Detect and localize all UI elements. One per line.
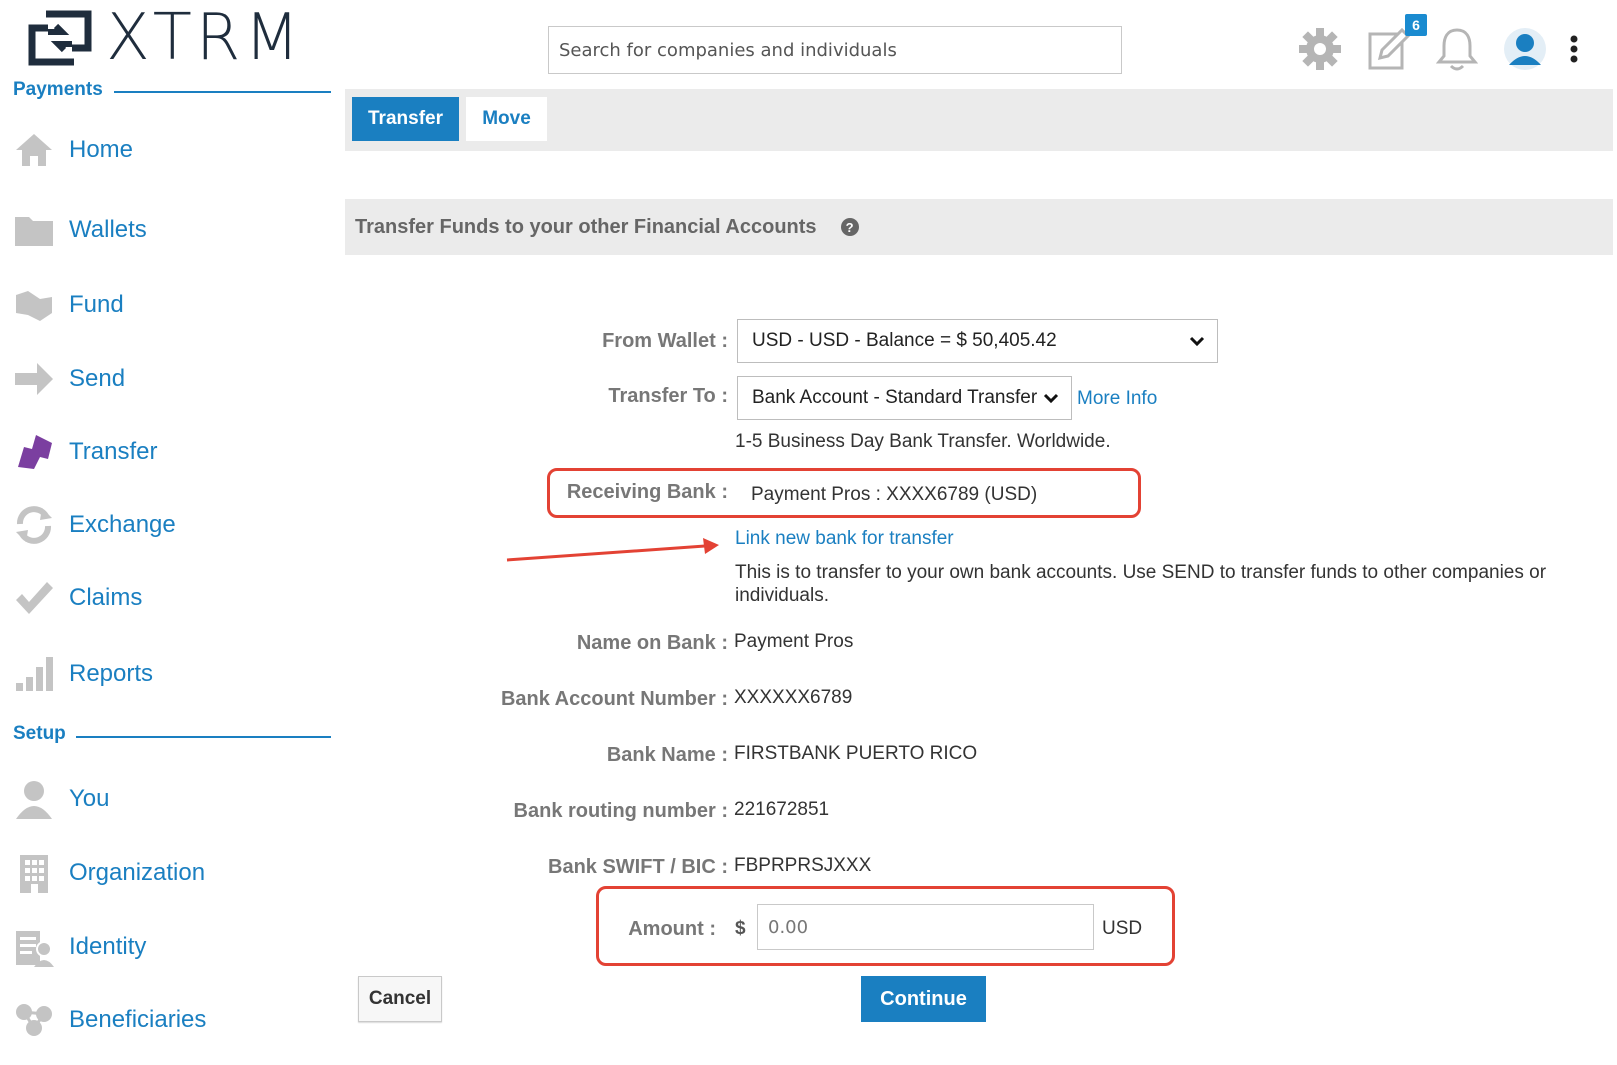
routing-number-value: 221672851 (734, 799, 830, 820)
swift-bic-label: Bank SWIFT / BIC : (548, 856, 728, 878)
search-input[interactable] (559, 39, 1111, 61)
sidebar-item-home[interactable]: Home (13, 128, 133, 172)
own-accounts-note: This is to transfer to your own bank acc… (735, 562, 1547, 606)
sidebar-item-label: Send (69, 365, 126, 392)
search-box[interactable] (548, 26, 1122, 74)
sidebar-item-label: Identity (69, 933, 147, 960)
notification-count-badge: 6 (1405, 14, 1427, 36)
identity-icon (13, 926, 55, 968)
sidebar-item-transfer[interactable]: Transfer (13, 430, 157, 474)
sidebar-item-label: Exchange (69, 511, 176, 538)
sidebar-item-label: Transfer (69, 438, 158, 465)
logo[interactable]: XTRM (28, 6, 304, 70)
more-info-link[interactable]: More Info (1077, 388, 1157, 410)
cancel-button[interactable]: Cancel (358, 976, 442, 1022)
form-title-bar: Transfer Funds to your other Financial A… (345, 199, 1613, 255)
annotation-arrow-icon (506, 538, 719, 562)
sidebar-item-label: Home (69, 136, 134, 163)
link-new-bank-link[interactable]: Link new bank for transfer (735, 528, 954, 550)
sidebar-item-label: Wallets (69, 216, 147, 243)
amount-currency: USD (1102, 918, 1143, 939)
help-icon[interactable]: ? (840, 218, 859, 236)
sidebar-item-you[interactable]: You (13, 777, 110, 821)
sidebar-item-exchange[interactable]: Exchange (13, 503, 176, 547)
amount-input[interactable] (768, 916, 1093, 938)
user-icon (13, 778, 55, 820)
exchange-icon (13, 504, 55, 546)
fund-icon (13, 284, 55, 326)
edit-icon[interactable] (1368, 27, 1411, 75)
bell-icon[interactable] (1435, 26, 1479, 77)
transfer-to-select[interactable]: Bank Account - Standard Transfer (737, 376, 1072, 420)
sidebar-item-wallets[interactable]: Wallets (13, 208, 147, 252)
amount-label: Amount : (628, 918, 716, 940)
building-icon (13, 852, 55, 894)
continue-button[interactable]: Continue (861, 976, 986, 1022)
transfer-icon (13, 431, 55, 473)
receiving-bank-label: Receiving Bank : (566, 481, 728, 503)
sidebar-item-label: Reports (69, 660, 154, 687)
sidebar-item-beneficiaries[interactable]: Beneficiaries (13, 998, 206, 1042)
transfer-to-label: Transfer To : (608, 385, 728, 407)
transfer-to-value: Bank Account - Standard Transfer (752, 387, 1038, 408)
bar-chart-icon (13, 653, 55, 695)
bank-name-value: FIRSTBANK PUERTO RICO (734, 743, 978, 764)
tab-bar: Transfer Move (345, 89, 1613, 151)
arrow-right-icon (13, 358, 55, 400)
sidebar-item-label: Fund (69, 291, 124, 318)
routing-number-label: Bank routing number : (513, 800, 728, 822)
sidebar-item-label: You (69, 785, 110, 812)
payments-section-title: Payments (13, 79, 103, 100)
sidebar-item-label: Claims (69, 584, 143, 611)
sidebar-item-send[interactable]: Send (13, 357, 125, 401)
chevron-down-icon (1043, 393, 1059, 404)
from-wallet-label: From Wallet : (602, 330, 728, 352)
user-avatar-icon[interactable] (1503, 27, 1547, 76)
sidebar-item-label: Organization (69, 859, 206, 886)
setup-section-title: Setup (13, 723, 66, 744)
beneficiaries-icon (13, 999, 55, 1041)
sidebar-item-identity[interactable]: Identity (13, 925, 146, 969)
account-number-label: Bank Account Number : (500, 688, 728, 710)
bank-name-label: Bank Name : (606, 744, 728, 766)
payments-divider (114, 91, 331, 93)
home-icon (13, 129, 55, 171)
page-title: Transfer Funds to your other Financial A… (355, 215, 817, 238)
sidebar-item-label: Beneficiaries (69, 1006, 207, 1033)
setup-divider (76, 736, 331, 738)
sidebar-item-organization[interactable]: Organization (13, 851, 205, 895)
gear-icon[interactable] (1297, 26, 1343, 77)
name-on-bank-label: Name on Bank : (576, 632, 728, 654)
amount-field[interactable] (757, 904, 1094, 950)
check-icon (13, 577, 55, 619)
transfer-to-note: 1-5 Business Day Bank Transfer. Worldwid… (735, 431, 1111, 452)
amount-currency-symbol: $ (735, 918, 746, 939)
swift-bic-value: FBPRPRSJXXX (734, 855, 872, 876)
from-wallet-select[interactable]: USD - USD - Balance = $ 50,405.42 (737, 319, 1218, 363)
chevron-down-icon (1189, 336, 1205, 347)
from-wallet-value: USD - USD - Balance = $ 50,405.42 (752, 330, 1057, 351)
tab-transfer[interactable]: Transfer (352, 97, 459, 141)
tab-move[interactable]: Move (466, 97, 547, 141)
folder-icon (13, 209, 55, 251)
logo-text: XTRM (106, 1, 304, 75)
more-vertical-icon[interactable] (1569, 34, 1579, 69)
logo-mark-icon (28, 10, 92, 66)
account-number-value: XXXXXX6789 (734, 687, 853, 708)
sidebar-item-fund[interactable]: Fund (13, 283, 124, 327)
receiving-bank-value[interactable]: Payment Pros : XXXX6789 (USD) (751, 484, 1037, 506)
sidebar-item-reports[interactable]: Reports (13, 652, 153, 696)
name-on-bank-value: Payment Pros (734, 631, 854, 652)
sidebar-item-claims[interactable]: Claims (13, 576, 142, 620)
